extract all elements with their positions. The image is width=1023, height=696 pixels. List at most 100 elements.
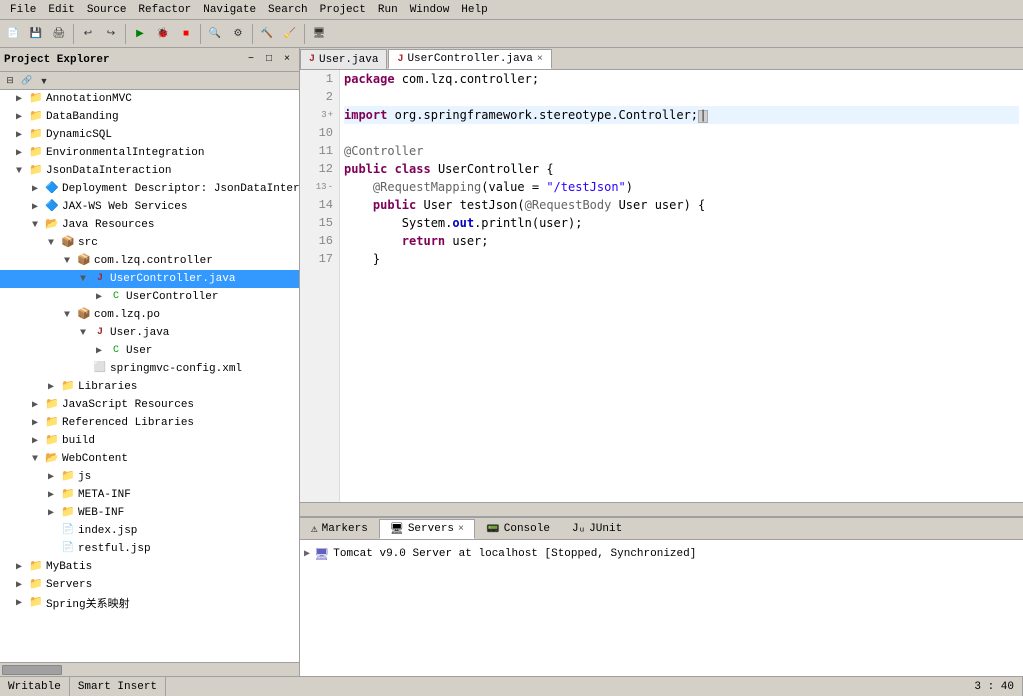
project-explorer-panel: Project Explorer − □ × ⊟ 🔗 ▼ ▶ 📁 Annotat… bbox=[0, 48, 300, 676]
minimize-icon[interactable]: − bbox=[243, 52, 259, 68]
menu-run[interactable]: Run bbox=[372, 4, 404, 16]
meta-inf-icon: 📁 bbox=[60, 487, 76, 503]
left-panel-scrollbar[interactable] bbox=[0, 662, 299, 676]
line-num-2: 2 bbox=[300, 88, 339, 106]
tab-usercontroller-java[interactable]: J UserController.java × bbox=[388, 49, 551, 69]
tree-item-user-class[interactable]: ▶ C User bbox=[0, 342, 299, 360]
link-editor-button[interactable]: 🔗 bbox=[19, 73, 35, 89]
tree-item-webcontent[interactable]: ▼ 📂 WebContent bbox=[0, 450, 299, 468]
menu-help[interactable]: Help bbox=[455, 4, 493, 16]
tree-item-springmvc-config[interactable]: ▶ ⬜ springmvc-config.xml bbox=[0, 360, 299, 378]
tree-item-usercontroller-java[interactable]: ▼ J UserController.java bbox=[0, 270, 299, 288]
perspective-button[interactable]: 🖥 bbox=[308, 23, 330, 45]
tree-item-jsondatainteraction[interactable]: ▼ 📁 JsonDataInteraction bbox=[0, 162, 299, 180]
line-num-13: 13 - bbox=[300, 178, 339, 196]
main-area: Project Explorer − □ × ⊟ 🔗 ▼ ▶ 📁 Annotat… bbox=[0, 48, 1023, 676]
tree-item-deployment[interactable]: ▶ 🔷 Deployment Descriptor: JsonDataInter… bbox=[0, 180, 299, 198]
build-button[interactable]: 🔨 bbox=[256, 23, 278, 45]
menu-source[interactable]: Source bbox=[81, 4, 133, 16]
tree-item-mybatis[interactable]: ▶ 📁 MyBatis bbox=[0, 558, 299, 576]
code-line-16: return user; bbox=[344, 232, 1019, 250]
search-button[interactable]: 🔍 bbox=[204, 23, 226, 45]
explorer-menu-button[interactable]: ▼ bbox=[36, 73, 52, 89]
line-num-11: 11 bbox=[300, 142, 339, 160]
code-content[interactable]: package com.lzq.controller; import org.s… bbox=[340, 70, 1023, 502]
server-expand-icon[interactable]: ▶ bbox=[304, 548, 310, 560]
tree-item-comlzqpo[interactable]: ▼ 📦 com.lzq.po bbox=[0, 306, 299, 324]
tree-item-src[interactable]: ▼ 📦 src bbox=[0, 234, 299, 252]
tree-item-dynamicsql[interactable]: ▶ 📁 DynamicSQL bbox=[0, 126, 299, 144]
tab-junit[interactable]: Jᵤ JUnit bbox=[561, 519, 633, 539]
tree-item-jaxws[interactable]: ▶ 🔷 JAX-WS Web Services bbox=[0, 198, 299, 216]
tab-console[interactable]: 📟 Console bbox=[475, 519, 561, 539]
menu-window[interactable]: Window bbox=[404, 4, 456, 16]
stop-button[interactable]: ■ bbox=[175, 23, 197, 45]
status-insert-mode: Smart Insert bbox=[70, 677, 166, 696]
tab-markers[interactable]: ⚠ Markers bbox=[300, 519, 379, 539]
tree-item-spring-mapping[interactable]: ▶ 📁 Spring关系映射 bbox=[0, 594, 299, 612]
tree-item-referenced-libraries[interactable]: ▶ 📁 Referenced Libraries bbox=[0, 414, 299, 432]
collapse-all-button[interactable]: ⊟ bbox=[2, 73, 18, 89]
menu-search[interactable]: Search bbox=[262, 4, 314, 16]
tree-item-javascript-resources[interactable]: ▶ 📁 JavaScript Resources bbox=[0, 396, 299, 414]
panel-header: Project Explorer − □ × bbox=[0, 48, 299, 72]
menu-edit[interactable]: Edit bbox=[42, 4, 80, 16]
save-button[interactable]: 💾 bbox=[25, 23, 47, 45]
clean-button[interactable]: 🧹 bbox=[279, 23, 301, 45]
junit-label: JUnit bbox=[589, 523, 622, 535]
menu-project[interactable]: Project bbox=[314, 4, 372, 16]
close-icon[interactable]: × bbox=[279, 52, 295, 68]
tab-close-icon[interactable]: × bbox=[537, 54, 543, 65]
debug-button[interactable]: 🐞 bbox=[152, 23, 174, 45]
code-line-12: public class UserController { bbox=[344, 160, 1019, 178]
jsp-icon: 📄 bbox=[60, 541, 76, 557]
jaxws-icon: 🔷 bbox=[44, 199, 60, 215]
redo-button[interactable]: ↪ bbox=[100, 23, 122, 45]
libraries-icon: 📁 bbox=[60, 379, 76, 395]
ref-libraries-icon: 📁 bbox=[44, 415, 60, 431]
tree-item-restful-jsp[interactable]: ▶ 📄 restful.jsp bbox=[0, 540, 299, 558]
tree-item-libraries[interactable]: ▶ 📁 Libraries bbox=[0, 378, 299, 396]
menu-file[interactable]: File bbox=[4, 4, 42, 16]
panel-icons: − □ × bbox=[243, 52, 295, 68]
tree-item-web-inf[interactable]: ▶ 📁 WEB-INF bbox=[0, 504, 299, 522]
js-folder-icon: 📁 bbox=[60, 469, 76, 485]
toolbar-sep-4 bbox=[252, 24, 253, 44]
tree-item-javaresources[interactable]: ▼ 📂 Java Resources bbox=[0, 216, 299, 234]
code-editor[interactable]: 1 2 3 + 10 11 12 13 - 14 bbox=[300, 70, 1023, 502]
servers-tab-close[interactable]: × bbox=[458, 524, 464, 535]
src-icon: 📦 bbox=[60, 235, 76, 251]
server-row[interactable]: ▶ 🖥 Tomcat v9.0 Server at localhost [Sto… bbox=[304, 544, 1019, 564]
line-num-14: 14 bbox=[300, 196, 339, 214]
tree-item-annotationmvc[interactable]: ▶ 📁 AnnotationMVC bbox=[0, 90, 299, 108]
panel-title: Project Explorer bbox=[4, 54, 110, 66]
line-num-17: 17 bbox=[300, 250, 339, 268]
tab-user-java[interactable]: J User.java bbox=[300, 49, 387, 69]
settings-button[interactable]: ⚙ bbox=[227, 23, 249, 45]
tree-item-servers[interactable]: ▶ 📁 Servers bbox=[0, 576, 299, 594]
maximize-icon[interactable]: □ bbox=[261, 52, 277, 68]
tree-item-user-java[interactable]: ▼ J User.java bbox=[0, 324, 299, 342]
project-icon: 📁 bbox=[28, 163, 44, 179]
undo-button[interactable]: ↩ bbox=[77, 23, 99, 45]
tree-item-databanding[interactable]: ▶ 📁 DataBanding bbox=[0, 108, 299, 126]
tree-item-usercontroller-class[interactable]: ▶ C UserController bbox=[0, 288, 299, 306]
tree-item-build[interactable]: ▶ 📁 build bbox=[0, 432, 299, 450]
tree-item-meta-inf[interactable]: ▶ 📁 META-INF bbox=[0, 486, 299, 504]
print-button[interactable]: 🖨 bbox=[48, 23, 70, 45]
tree-item-js[interactable]: ▶ 📁 js bbox=[0, 468, 299, 486]
scrollbar-thumb[interactable] bbox=[2, 665, 62, 675]
web-inf-icon: 📁 bbox=[60, 505, 76, 521]
code-line-14: public User testJson(@RequestBody User u… bbox=[344, 196, 1019, 214]
tab-servers[interactable]: 🖥 Servers × bbox=[379, 519, 475, 539]
menu-navigate[interactable]: Navigate bbox=[197, 4, 262, 16]
editor-horizontal-scrollbar[interactable] bbox=[300, 502, 1023, 516]
menu-refactor[interactable]: Refactor bbox=[132, 4, 197, 16]
tree-item-index-jsp[interactable]: ▶ 📄 index.jsp bbox=[0, 522, 299, 540]
tree-item-comlzqcontroller[interactable]: ▼ 📦 com.lzq.controller bbox=[0, 252, 299, 270]
servers-tab-icon: 🖥 bbox=[390, 522, 404, 536]
run-button[interactable]: ▶ bbox=[129, 23, 151, 45]
new-button[interactable]: 📄 bbox=[2, 23, 24, 45]
tree-item-envintegration[interactable]: ▶ 📁 EnvironmentalIntegration bbox=[0, 144, 299, 162]
line-num-10: 10 bbox=[300, 124, 339, 142]
